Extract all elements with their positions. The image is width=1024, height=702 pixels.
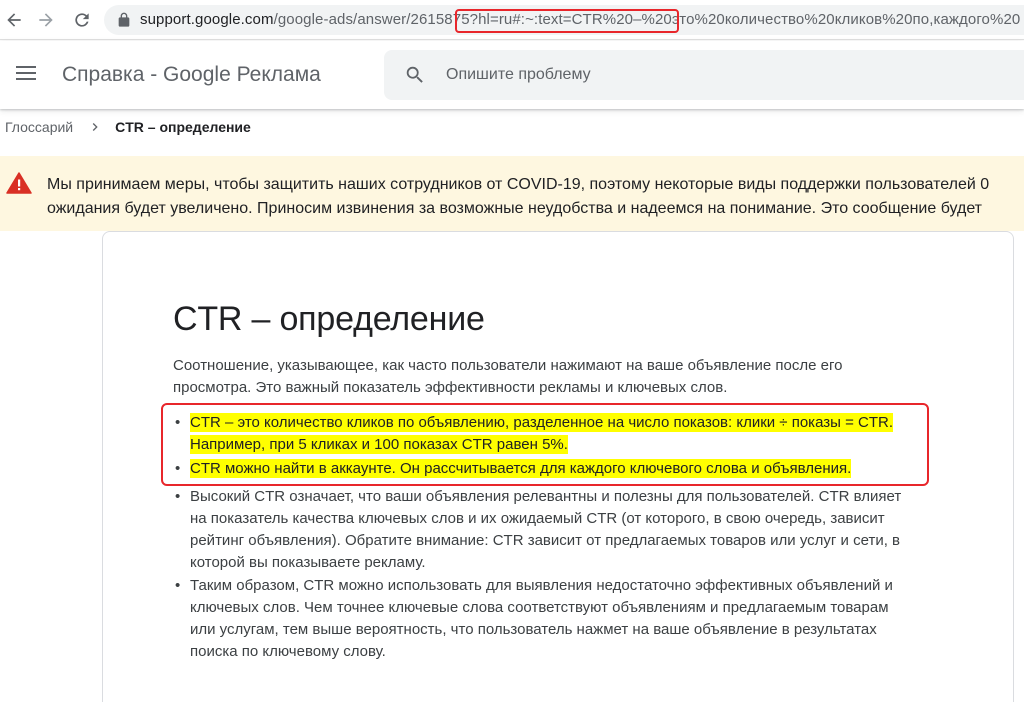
article-intro: Соотношение, указывающее, как часто поль… — [173, 355, 933, 399]
article-bullet-list-continued: Высокий CTR означает, что ваши объявлени… — [173, 486, 933, 576]
breadcrumb: Глоссарий CTR – определение — [5, 117, 251, 137]
article-bullet-list: CTR – это количество кликов по объявлени… — [173, 412, 933, 482]
banner-line: ожидания будет увеличено. Приносим извин… — [47, 200, 983, 217]
list-item-line: поиска по ключевому слову. — [190, 643, 386, 660]
browser-toolbar: support.google.com/google-ads/answer/261… — [0, 0, 1024, 40]
banner-line: Мы принимаем меры, чтобы защитить наших … — [47, 176, 990, 193]
search-icon[interactable] — [404, 64, 426, 86]
intro-line: Соотношение, указывающее, как часто поль… — [173, 357, 843, 374]
list-item: Таким образом, CTR можно использовать дл… — [173, 575, 933, 663]
list-item: Высокий CTR означает, что ваши объявлени… — [173, 486, 933, 574]
highlighted-text: Например, при 5 кликах и 100 показах CTR… — [190, 435, 568, 454]
breadcrumb-glossary-link[interactable]: Глоссарий — [5, 119, 73, 135]
search-input[interactable] — [446, 63, 1006, 87]
app-title[interactable]: Справка - Google Реклама — [62, 63, 321, 87]
highlighted-text: CTR можно найти в аккаунте. Он рассчитыв… — [190, 459, 852, 478]
list-item-line: ключевых слов. Чем точнее ключевые слова… — [190, 599, 889, 616]
list-item-line: Высокий CTR означает, что ваши объявлени… — [190, 488, 902, 505]
chevron-right-icon — [92, 123, 98, 131]
menu-icon[interactable] — [14, 63, 38, 87]
url-text[interactable]: support.google.com/google-ads/answer/261… — [140, 11, 1020, 29]
url-host: support.google.com — [140, 11, 274, 28]
reload-icon[interactable] — [68, 6, 96, 34]
list-item-line: или услугам, тем выше вероятность, что п… — [190, 621, 877, 638]
list-item: CTR – это количество кликов по объявлени… — [173, 412, 933, 456]
help-center-header: Справка - Google Реклама — [0, 41, 1024, 109]
forward-arrow-icon[interactable] — [32, 6, 60, 34]
url-path: /google-ads/answer/2615875?hl=ru#:~:text… — [273, 11, 1021, 28]
back-arrow-icon[interactable] — [0, 6, 28, 34]
breadcrumb-current: CTR – определение — [115, 119, 251, 135]
warning-icon — [6, 172, 32, 194]
article-title: CTR – определение — [173, 300, 485, 338]
intro-line: просмотра. Это важный показатель эффекти… — [173, 379, 728, 396]
list-item-line: рейтинг объявления). Обратите внимание: … — [190, 532, 900, 549]
highlighted-text: CTR – это количество кликов по объявлени… — [190, 413, 893, 432]
address-bar[interactable]: support.google.com/google-ads/answer/261… — [104, 5, 1024, 35]
article-bullet-list-end: Таким образом, CTR можно использовать дл… — [173, 575, 933, 665]
covid-notice-banner: Мы принимаем меры, чтобы защитить наших … — [0, 156, 1024, 231]
list-item: CTR можно найти в аккаунте. Он рассчитыв… — [173, 458, 933, 480]
banner-text: Мы принимаем меры, чтобы защитить наших … — [47, 173, 1024, 221]
search-box[interactable] — [384, 50, 1024, 100]
list-item-line: на показатель качества ключевых слов и и… — [190, 510, 885, 527]
list-item-line: которой вы показываете рекламу. — [190, 554, 426, 571]
lock-icon[interactable] — [116, 12, 132, 28]
list-item-line: Таким образом, CTR можно использовать дл… — [190, 577, 893, 594]
